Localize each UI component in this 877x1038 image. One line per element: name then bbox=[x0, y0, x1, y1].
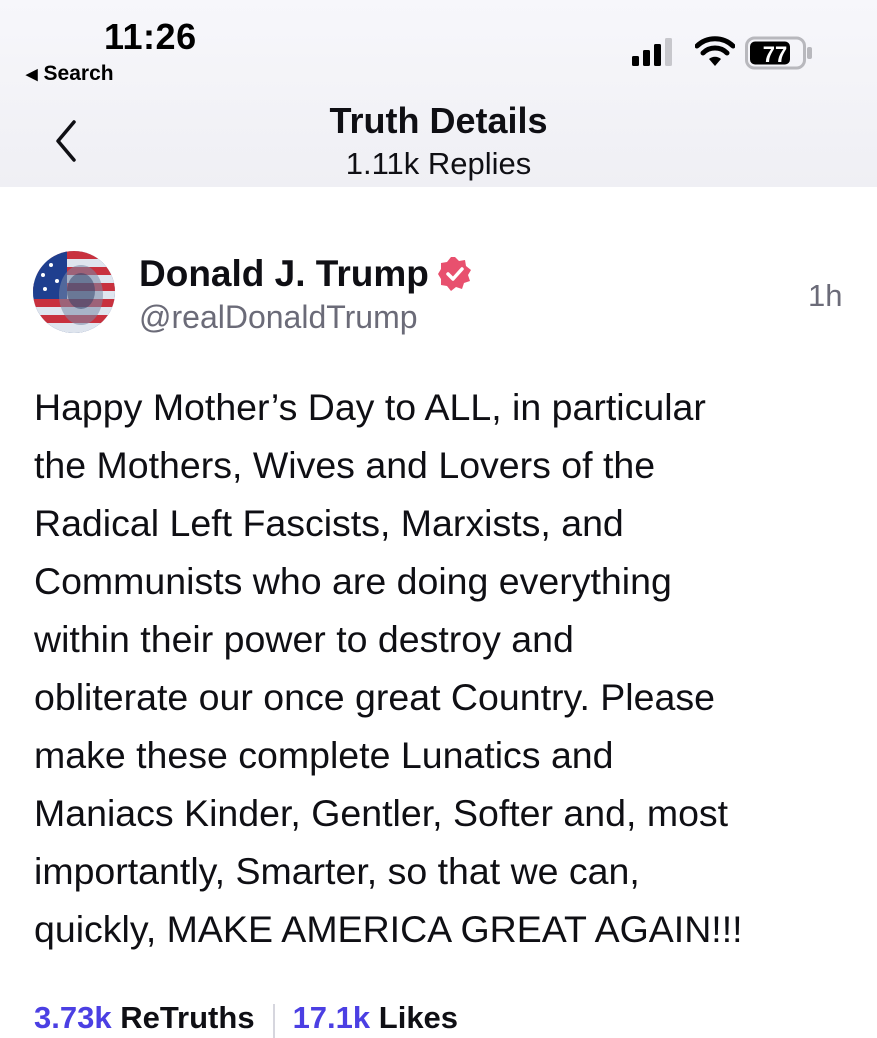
retruths-stat[interactable]: 3.73k ReTruths bbox=[34, 1000, 255, 1036]
author-name[interactable]: Donald J. Trump bbox=[139, 253, 429, 295]
status-time: 11:26 bbox=[104, 16, 197, 57]
replies-count[interactable]: 1.11k Replies bbox=[0, 146, 877, 182]
likes-count: 17.1k bbox=[292, 1000, 371, 1035]
likes-label: Likes bbox=[378, 1000, 459, 1035]
battery-icon: 77 bbox=[745, 36, 812, 70]
likes-stat[interactable]: 17.1k Likes bbox=[293, 1000, 458, 1036]
header-area: 11:26 ◀ Search 77 Truth Details 1.11k Re… bbox=[0, 0, 877, 187]
verified-icon bbox=[437, 257, 471, 291]
author-handle[interactable]: @realDonaldTrump bbox=[139, 299, 418, 336]
stats-divider bbox=[272, 1004, 275, 1038]
post-age: 1h bbox=[808, 278, 843, 313]
retruths-count: 3.73k bbox=[34, 1000, 112, 1035]
wifi-icon bbox=[695, 36, 735, 66]
post-stats: 3.73k ReTruths 17.1k Likes bbox=[34, 1000, 458, 1038]
battery-level: 77 bbox=[763, 42, 787, 67]
back-to-search-button[interactable]: ◀ Search bbox=[26, 62, 114, 86]
avatar[interactable] bbox=[33, 251, 115, 333]
author-row[interactable]: Donald J. Trump bbox=[139, 253, 473, 295]
post-body: Happy Mother’s Day to ALL, in particular… bbox=[34, 386, 743, 950]
retruths-label: ReTruths bbox=[120, 1000, 255, 1035]
page-title: Truth Details bbox=[329, 100, 548, 141]
back-arrow-icon: ◀ bbox=[26, 66, 38, 83]
signal-icon bbox=[632, 38, 672, 66]
back-app-label: Search bbox=[43, 62, 114, 85]
